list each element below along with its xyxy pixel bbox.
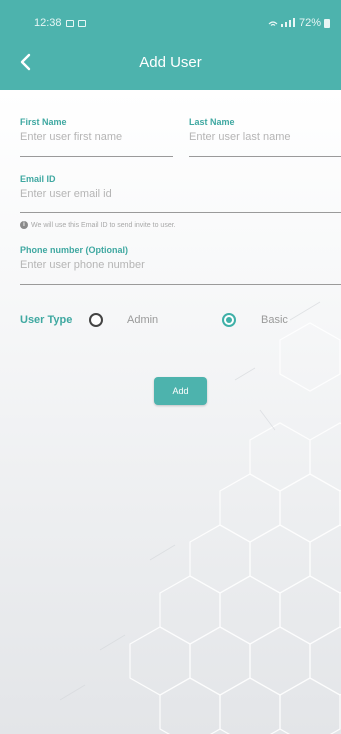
status-time-group: 12:38 xyxy=(34,17,86,29)
phone-underline xyxy=(20,284,341,285)
battery-percent: 72% xyxy=(298,17,321,29)
last-name-label: Last Name xyxy=(189,117,235,127)
app-header: 12:38 72% Add User xyxy=(0,0,341,90)
radio-admin[interactable] xyxy=(89,313,103,327)
status-right-group: 72% xyxy=(268,17,330,29)
first-name-input[interactable]: Enter user first name xyxy=(20,131,122,143)
email-label: Email ID xyxy=(20,174,56,184)
radio-basic-selected-dot xyxy=(226,317,232,323)
info-icon: i xyxy=(20,221,28,229)
notification-icon xyxy=(77,19,86,27)
status-time: 12:38 xyxy=(34,17,62,29)
phone-label: Phone number (Optional) xyxy=(20,245,128,255)
status-bar: 12:38 72% xyxy=(0,0,341,36)
email-hint: i We will use this Email ID to send invi… xyxy=(20,221,176,229)
radio-basic[interactable] xyxy=(222,313,236,327)
email-input[interactable]: Enter user email id xyxy=(20,188,112,200)
calendar-icon xyxy=(65,19,74,27)
user-type-label: User Type xyxy=(20,314,73,326)
add-button[interactable]: Add xyxy=(154,377,207,405)
page-title: Add User xyxy=(139,54,202,71)
first-name-underline xyxy=(20,156,173,157)
last-name-underline xyxy=(189,156,341,157)
signal-icon xyxy=(268,18,295,27)
last-name-input[interactable]: Enter user last name xyxy=(189,131,291,143)
email-hint-text: We will use this Email ID to send invite… xyxy=(31,221,176,229)
first-name-label: First Name xyxy=(20,117,67,127)
radio-admin-label[interactable]: Admin xyxy=(127,314,158,326)
add-user-form: First Name Enter user first name Last Na… xyxy=(0,90,341,734)
phone-input[interactable]: Enter user phone number xyxy=(20,259,145,271)
radio-basic-label[interactable]: Basic xyxy=(261,314,288,326)
email-underline xyxy=(20,212,341,213)
battery-icon xyxy=(324,18,330,28)
